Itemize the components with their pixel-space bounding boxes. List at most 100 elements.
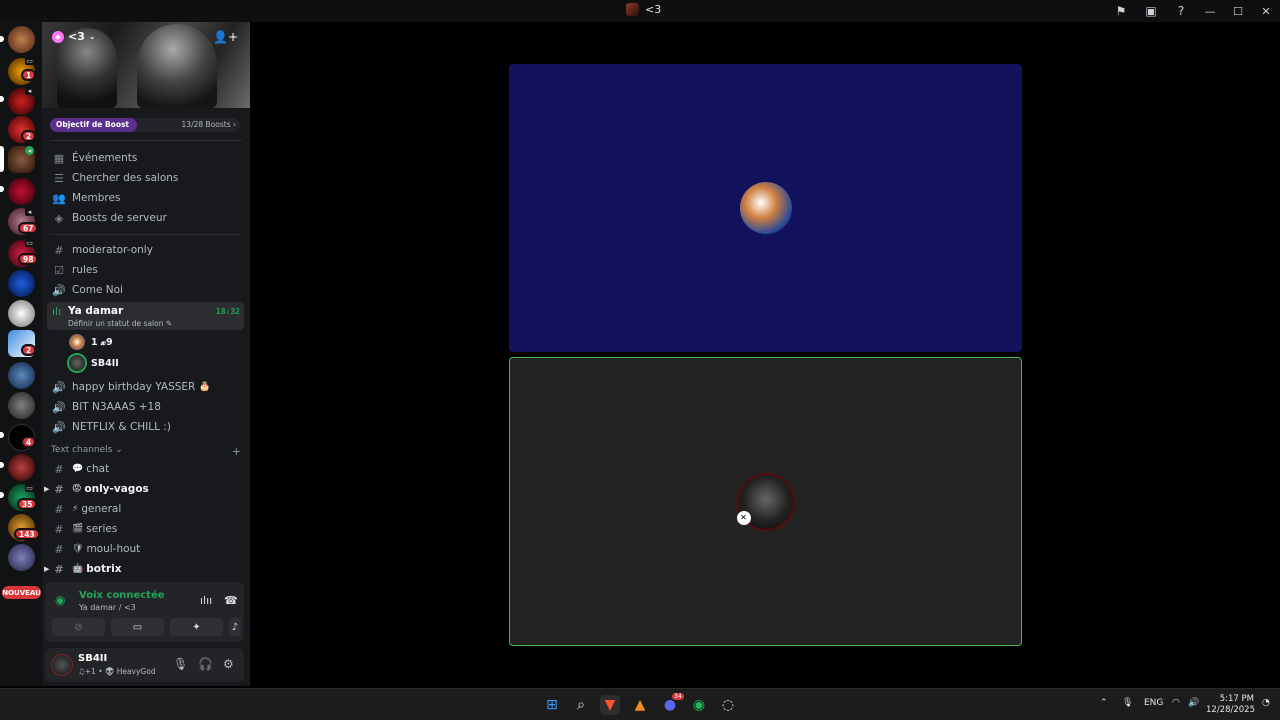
category-text-channels[interactable]: Text channels ⌄ + (51, 445, 241, 458)
notification-icon[interactable]: ◔ (1262, 698, 1270, 708)
microphone-icon[interactable]: 🎙 (173, 657, 188, 671)
speaker-icon: 🔊 (52, 283, 66, 297)
lightning-icon: ⚡ (72, 504, 79, 514)
channel-label: moderator-only (72, 244, 153, 256)
app-icon[interactable]: ▲ (630, 695, 650, 715)
chevron-down-icon: ⌄ (88, 32, 96, 41)
voice-status-title[interactable]: Voix connectée (79, 590, 165, 601)
minimize-button[interactable]: — (1196, 0, 1224, 22)
search-icon[interactable]: ⌕ (571, 695, 591, 715)
speaker-icon: ◂ (25, 86, 34, 95)
voice-channel[interactable]: 🔊 BIT N3AAAS +18 (48, 397, 244, 417)
language-indicator[interactable]: ENG (1144, 698, 1163, 708)
window-title: <3 (626, 3, 661, 16)
new-badge: NOUVEAU (2, 586, 41, 599)
soundboard-button[interactable]: ♪ (229, 618, 241, 636)
voice-user[interactable]: 1 𝔁9 (69, 332, 239, 352)
boost-icon: ◈ (54, 211, 64, 225)
noise-suppression-icon[interactable]: ılıı (200, 594, 212, 607)
server-icon[interactable] (8, 362, 35, 389)
server-icon[interactable] (8, 300, 35, 327)
unread-pip (0, 432, 4, 438)
user-name[interactable]: SB4II (78, 653, 107, 664)
discord-icon[interactable]: ● 34 (660, 693, 684, 715)
inbox-icon[interactable]: ▣ (1136, 0, 1166, 22)
channel-label: NETFLIX & CHILL :) (72, 421, 171, 433)
speaker-icon: ◂ (25, 207, 34, 216)
voice-status-subtitle[interactable]: Ya damar / <3 (79, 603, 136, 612)
server-icon[interactable] (8, 544, 35, 571)
server-icon[interactable] (8, 392, 35, 419)
user-status: ♫+1 • 👽 HeavyGod (78, 667, 156, 676)
calendar-icon: ▦ (53, 151, 65, 165)
channel-label: happy birthday YASSER (72, 381, 196, 393)
channel-chat[interactable]: # 💬 chat (48, 459, 244, 479)
channel-only-vagos[interactable]: ▶ # 😡 only-vagos (44, 479, 244, 499)
mention-badge: 1 (21, 69, 37, 81)
channel-moul-hout[interactable]: # 🛡 moul-hout (48, 539, 244, 559)
server-icon[interactable] (8, 26, 35, 53)
channel-label: moul-hout (86, 543, 141, 555)
menu-server-boosts[interactable]: ◈ Boosts de serveur (48, 208, 244, 228)
app-icon[interactable]: ◌ (718, 695, 738, 715)
unread-pip (0, 186, 4, 192)
headphones-icon[interactable]: 🎧 (198, 657, 213, 671)
windows-start-icon[interactable]: ⊞ (542, 695, 562, 715)
boost-goal-bar[interactable]: Objectif de Boost 13/28 Boosts › (50, 118, 240, 132)
channel-general[interactable]: # ⚡ general (48, 499, 244, 519)
channel-come-noi[interactable]: 🔊 Come Noi (48, 280, 244, 300)
camera-button[interactable]: ⊘ (52, 618, 105, 636)
voice-channel[interactable]: 🔊 happy birthday YASSER 🎂 (48, 377, 244, 397)
help-icon[interactable]: ? (1166, 0, 1196, 22)
menu-events[interactable]: ▦ Événements (48, 148, 244, 168)
mention-badge: 2 (21, 344, 37, 356)
set-status-link[interactable]: Définir un statut de salon ✎ (68, 319, 172, 328)
mention-badge: 4 (21, 436, 37, 448)
unread-pip (0, 36, 4, 42)
unread-pip (0, 492, 4, 498)
robot-icon: 🤖 (72, 564, 84, 574)
channel-botrix[interactable]: ▶ # 🤖 botrix (44, 559, 244, 579)
gear-icon[interactable]: ⚙ (223, 657, 234, 671)
microphone-icon[interactable]: 🎙 (1122, 698, 1133, 708)
server-icon[interactable] (8, 454, 35, 481)
menu-browse-channels[interactable]: ☰ Chercher des salons (48, 168, 244, 188)
avatar (69, 334, 85, 350)
channel-rules[interactable]: ☑ rules (48, 260, 244, 280)
invite-people-icon[interactable]: 👤+ (213, 30, 238, 44)
close-button[interactable]: ✕ (1252, 0, 1280, 22)
channel-moderator-only[interactable]: # moderator-only (48, 240, 244, 260)
server-icon[interactable] (8, 178, 35, 205)
active-voice-channel[interactable]: ılı Ya damar Définir un statut de salon … (47, 302, 244, 330)
server-name: <3 (68, 30, 85, 43)
server-icon[interactable] (8, 270, 35, 297)
wifi-icon[interactable]: ◠ (1172, 698, 1180, 708)
speech-bubble-icon: 💬 (72, 464, 84, 474)
channel-label: BIT N3AAAS +18 (72, 401, 161, 413)
participant-tile-speaking[interactable]: ✕ (509, 357, 1022, 646)
spotify-icon[interactable]: ◉ (689, 695, 709, 715)
avatar[interactable] (51, 654, 73, 676)
voice-user[interactable]: SB4II (69, 353, 239, 373)
channel-series[interactable]: # 🎬 series (48, 519, 244, 539)
activities-button[interactable]: ✦ (170, 618, 223, 636)
add-channel-icon[interactable]: + (232, 445, 241, 458)
voice-activity-icon: ılı (52, 305, 62, 318)
time-text: 5:17 PM (1219, 694, 1254, 704)
title-bar: <3 ⚑ ▣ ? — ☐ ✕ (0, 0, 1280, 22)
flag-icon[interactable]: ⚑ (1106, 0, 1136, 22)
screen-share-button[interactable]: ▭ (111, 618, 164, 636)
chevron-up-icon[interactable]: ⌃ (1100, 698, 1108, 708)
brave-browser-icon[interactable]: ▼ (600, 695, 620, 715)
server-name-header[interactable]: ◆ <3 ⌄ (52, 30, 96, 43)
screen-share-icon: ▭ (25, 56, 34, 65)
participant-tile[interactable] (509, 64, 1022, 352)
clock[interactable]: 5:17 PM 12/28/2025 (1206, 694, 1255, 716)
volume-icon[interactable]: 🔊 (1188, 698, 1199, 708)
menu-members[interactable]: 👥 Membres (48, 188, 244, 208)
signal-icon[interactable]: ◉ (55, 593, 65, 607)
menu-label: Événements (72, 152, 138, 164)
disconnect-icon[interactable]: ☎ (224, 594, 238, 607)
maximize-button[interactable]: ☐ (1224, 0, 1252, 22)
voice-channel[interactable]: 🔊 NETFLIX & CHILL :) (48, 417, 244, 437)
